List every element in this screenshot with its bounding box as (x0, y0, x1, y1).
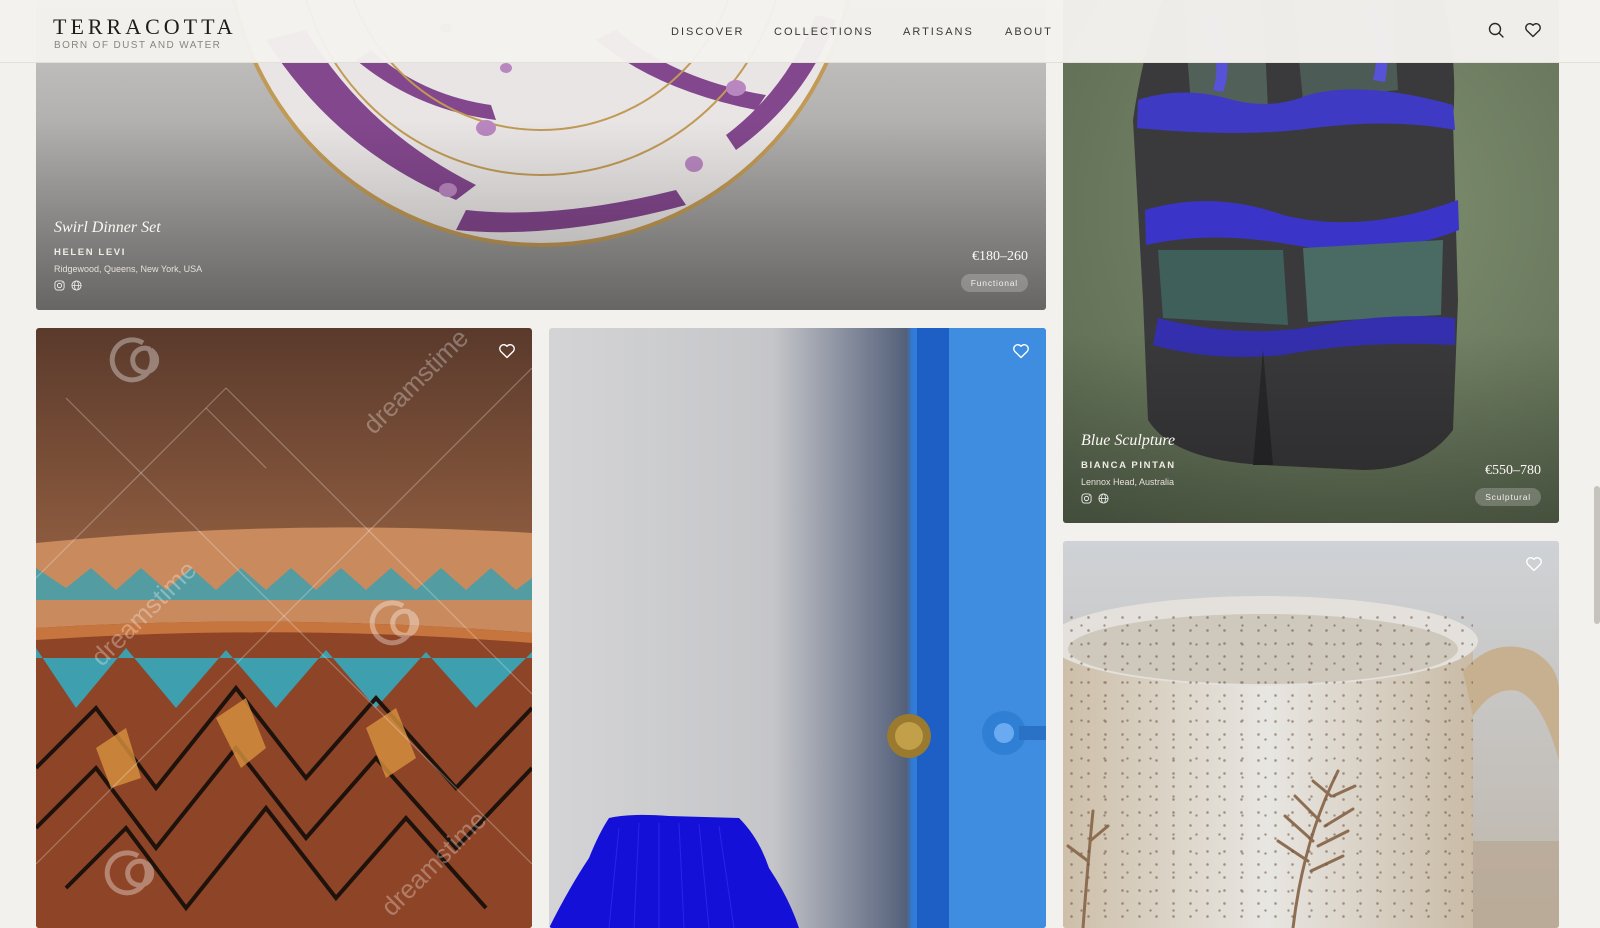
main-nav: DISCOVER COLLECTIONS ARTISANS ABOUT (0, 26, 1600, 42)
social-links (1081, 493, 1176, 504)
product-card-blue-vase[interactable] (549, 328, 1046, 928)
favorite-heart-icon[interactable] (1012, 342, 1030, 360)
card-info: Blue Sculpture BIANCA PINTAN Lennox Head… (1081, 432, 1176, 504)
category-tag[interactable]: Functional (960, 274, 1028, 292)
search-icon[interactable] (1487, 21, 1505, 39)
page-scrollbar[interactable] (1594, 486, 1600, 624)
nav-discover[interactable]: DISCOVER (671, 26, 744, 38)
heart-icon[interactable] (1524, 21, 1542, 39)
product-title[interactable]: Blue Sculpture (1081, 432, 1176, 450)
product-card-speckled-mug[interactable] (1063, 541, 1559, 928)
instagram-icon[interactable] (1081, 493, 1092, 504)
nav-collections[interactable]: COLLECTIONS (774, 26, 874, 38)
card-info: Swirl Dinner Set HELEN LEVI Ridgewood, Q… (54, 219, 202, 291)
price-range: €180–260 (972, 249, 1028, 264)
speckle-texture (1063, 611, 1473, 928)
globe-icon[interactable] (71, 280, 82, 291)
product-card-blue-sculpture[interactable]: Blue Sculpture BIANCA PINTAN Lennox Head… (1063, 0, 1559, 523)
nav-about[interactable]: ABOUT (1005, 26, 1053, 38)
globe-icon[interactable] (1098, 493, 1109, 504)
nav-artisans[interactable]: ARTISANS (903, 26, 974, 38)
artisan-name[interactable]: HELEN LEVI (54, 247, 202, 258)
product-title[interactable]: Swirl Dinner Set (54, 219, 202, 237)
artisan-location: Ridgewood, Queens, New York, USA (54, 264, 203, 274)
site-header: TERRACOTTA BORN OF DUST AND WATER DISCOV… (0, 0, 1600, 63)
price-range: €550–780 (1485, 463, 1541, 478)
product-card-terracotta-bowl[interactable]: dreamstime dreamstime dreamstime (36, 328, 532, 928)
social-links (54, 280, 202, 291)
artisan-name[interactable]: BIANCA PINTAN (1081, 460, 1176, 471)
category-tag[interactable]: Sculptural (1475, 488, 1541, 506)
blue-vase-image (549, 328, 1046, 928)
artisan-location: Lennox Head, Australia (1081, 477, 1175, 487)
instagram-icon[interactable] (54, 280, 65, 291)
favorite-heart-icon[interactable] (1525, 555, 1543, 573)
favorite-heart-icon[interactable] (498, 342, 516, 360)
